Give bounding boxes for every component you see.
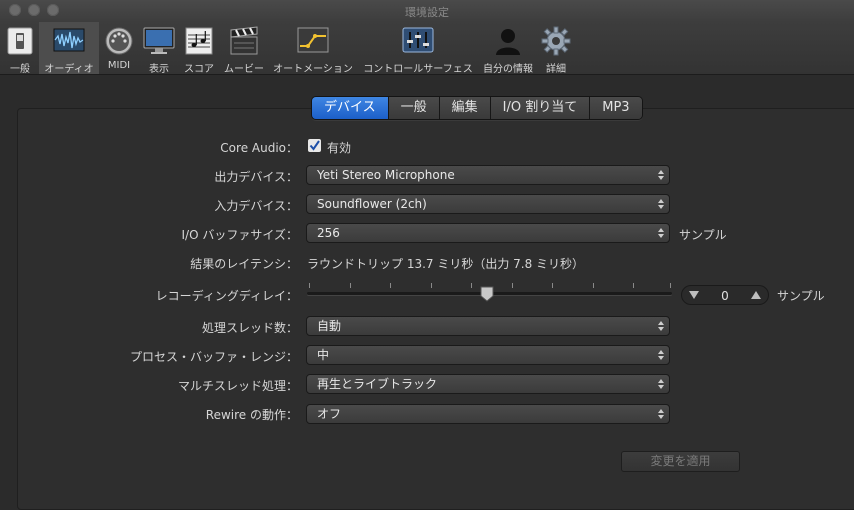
popup-arrows-icon <box>658 350 664 360</box>
recording-delay-slider-thumb[interactable] <box>480 286 494 302</box>
input-device-label: 入力デバイス： <box>214 199 298 213</box>
slider-tick <box>471 283 472 288</box>
core-audio-enabled-label: 有効 <box>327 141 352 155</box>
popup-arrows-icon <box>658 409 664 419</box>
slider-tick <box>593 283 594 288</box>
rewire-popup[interactable]: オフ <box>306 404 670 424</box>
toolbar-label: 一般 <box>10 64 30 75</box>
apply-changes-button[interactable]: 変更を適用 <box>621 451 740 472</box>
multithreading-value: 再生とライブトラック <box>317 377 438 391</box>
popup-arrows-icon <box>658 228 664 238</box>
tab-io-assignments[interactable]: I/O 割り当て <box>490 97 591 119</box>
toolbar-item-audio[interactable]: オーディオ <box>39 22 99 75</box>
toolbar-label: 自分の情報 <box>483 64 533 75</box>
process-threads-popup[interactable]: 自動 <box>306 316 670 336</box>
output-device-label: 出力デバイス： <box>214 170 298 184</box>
toolbar-item-display[interactable]: 表示 <box>141 22 177 75</box>
multithreading-popup[interactable]: 再生とライブトラック <box>306 374 670 394</box>
input-device-value: Soundflower (2ch) <box>317 197 427 211</box>
midi-connector-icon <box>105 27 133 55</box>
toolbar-label: ムービー <box>224 64 264 75</box>
toolbar-item-automation[interactable]: オートメーション <box>270 22 356 75</box>
checkmark-icon <box>309 140 320 151</box>
title-bar: 環境設定 <box>0 0 854 22</box>
latency-label: 結果のレイテンシ： <box>190 257 298 271</box>
audio-waveform-icon <box>53 28 85 52</box>
clapperboard-icon <box>230 26 258 55</box>
tab-editing[interactable]: 編集 <box>439 97 491 119</box>
user-silhouette-icon <box>496 29 520 55</box>
toolbar-item-my-info[interactable]: 自分の情報 <box>479 22 537 75</box>
toolbar-label: 詳細 <box>546 64 566 75</box>
score-notes-icon <box>185 27 213 55</box>
toolbar-item-advanced[interactable]: 詳細 <box>539 22 573 75</box>
toolbar-label: オーディオ <box>44 64 94 75</box>
core-audio-label: Core Audio： <box>220 141 298 155</box>
process-buffer-range-label: プロセス・バッファ・レンジ： <box>129 350 298 364</box>
toolbar-label: 表示 <box>149 64 169 75</box>
input-device-popup[interactable]: Soundflower (2ch) <box>306 194 670 214</box>
latency-value: ラウンドトリップ 13.7 ミリ秒（出力 7.8 ミリ秒） <box>307 257 585 271</box>
slider-tick <box>633 283 634 288</box>
slider-tick <box>390 283 391 288</box>
slider-tick <box>512 283 513 288</box>
gear-icon <box>541 26 571 56</box>
toolbar-label: コントロールサーフェス <box>363 64 473 75</box>
io-buffer-size-popup[interactable]: 256 <box>306 223 670 243</box>
toolbar-label: オートメーション <box>273 64 353 75</box>
increment-arrow-icon[interactable] <box>751 291 761 299</box>
switch-icon <box>7 27 33 55</box>
window-title: 環境設定 <box>405 6 449 19</box>
process-threads-value: 自動 <box>317 319 342 333</box>
output-device-value: Yeti Stereo Microphone <box>317 168 455 182</box>
multithreading-label: マルチスレッド処理： <box>177 379 298 393</box>
toolbar-item-general[interactable]: 一般 <box>2 22 38 75</box>
slider-tick <box>350 283 351 288</box>
automation-curve-icon <box>297 27 329 53</box>
preferences-toolbar: 一般 オーディオ MIDI 表示 スコア ムービー オートメーション コントロー… <box>0 22 854 75</box>
toolbar-item-control-surfaces[interactable]: コントロールサーフェス <box>360 22 476 75</box>
rewire-value: オフ <box>317 407 342 421</box>
slider-tick <box>552 283 553 288</box>
popup-arrows-icon <box>658 379 664 389</box>
popup-arrows-icon <box>658 199 664 209</box>
popup-arrows-icon <box>658 170 664 180</box>
display-monitor-icon <box>143 27 175 54</box>
tab-devices[interactable]: デバイス <box>312 97 389 119</box>
process-buffer-range-value: 中 <box>317 348 330 362</box>
core-audio-checkbox[interactable] <box>308 139 321 152</box>
toolbar-label: スコア <box>184 64 214 75</box>
mixer-faders-icon <box>402 27 434 53</box>
output-device-popup[interactable]: Yeti Stereo Microphone <box>306 165 670 185</box>
process-threads-label: 処理スレッド数： <box>201 321 298 335</box>
tab-general[interactable]: 一般 <box>388 97 440 119</box>
slider-tick <box>431 283 432 288</box>
io-buffer-size-value: 256 <box>317 226 340 240</box>
io-buffer-unit: サンプル <box>679 228 727 242</box>
toolbar-label: MIDI <box>107 60 131 71</box>
io-buffer-size-label: I/O バッファサイズ： <box>181 228 298 242</box>
rewire-label: Rewire の動作： <box>205 408 298 422</box>
recording-delay-unit: サンプル <box>777 289 825 303</box>
tab-bar: デバイス 一般 編集 I/O 割り当て MP3 <box>311 96 643 120</box>
toolbar-item-movie[interactable]: ムービー <box>221 22 267 75</box>
toolbar-item-midi[interactable]: MIDI <box>101 22 137 74</box>
slider-tick <box>309 283 310 288</box>
popup-arrows-icon <box>658 321 664 331</box>
toolbar-item-score[interactable]: スコア <box>180 22 218 75</box>
recording-delay-stepper[interactable]: 0 <box>681 285 769 305</box>
process-buffer-range-popup[interactable]: 中 <box>306 345 670 365</box>
slider-tick <box>670 283 671 288</box>
tab-mp3[interactable]: MP3 <box>590 97 642 119</box>
recording-delay-label: レコーディングディレイ： <box>155 289 298 303</box>
